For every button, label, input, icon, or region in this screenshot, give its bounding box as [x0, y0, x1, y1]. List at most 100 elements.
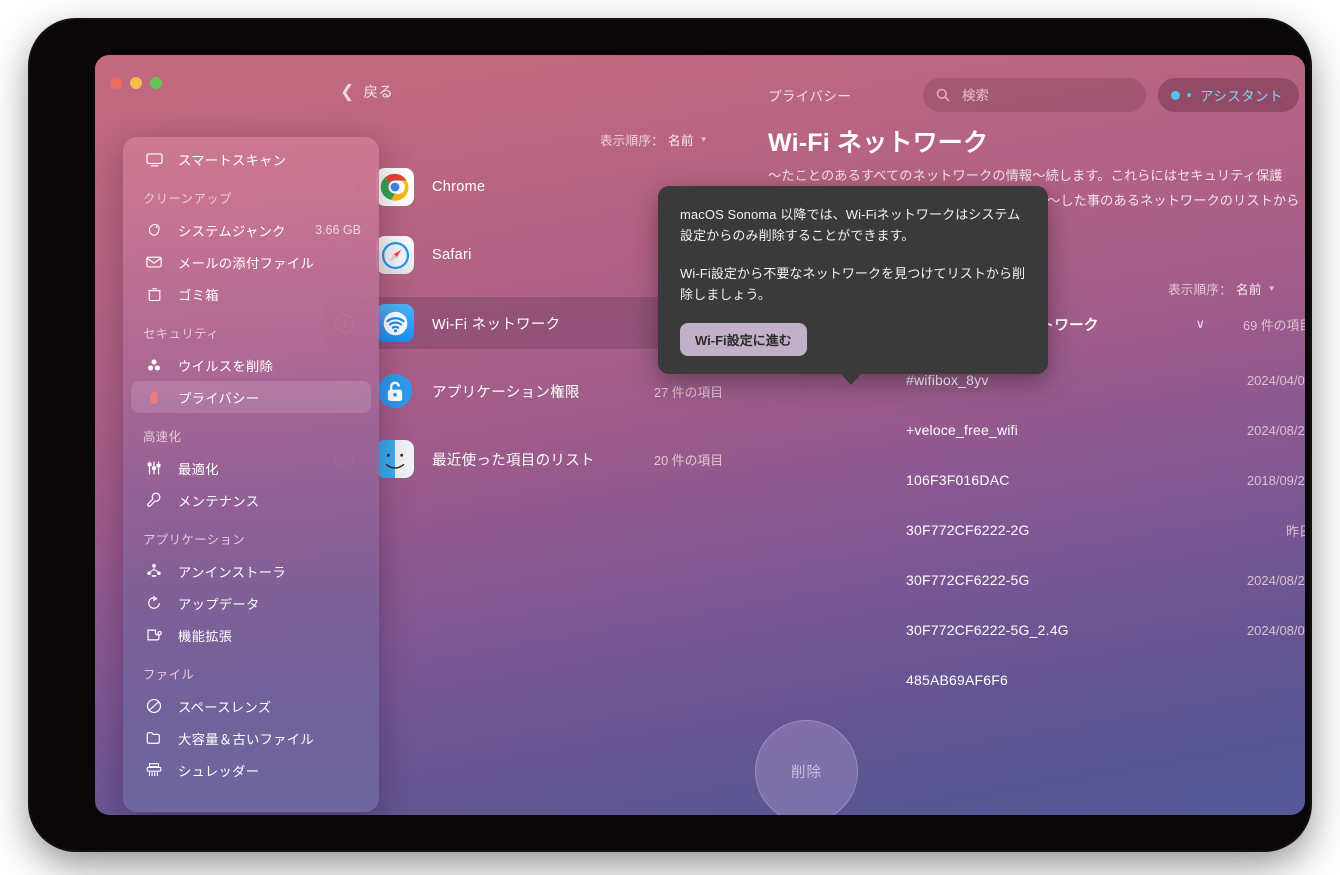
chevron-left-icon: ❮	[340, 82, 355, 101]
virus-icon	[143, 354, 165, 376]
sidebar-item-maintenance[interactable]: メンテナンス	[131, 484, 371, 516]
extensions-icon	[143, 624, 165, 646]
network-name: 485AB69AF6F6	[906, 672, 1009, 688]
mail-attachments-icon	[143, 251, 165, 273]
sidebar: スマートスキャン クリーンアップ システムジャンク 3.66 GB メールの添付…	[123, 137, 379, 812]
list-item-label: 最近使った項目のリスト	[432, 452, 595, 469]
list-item-label: アプリケーション権限	[432, 384, 580, 401]
sidebar-section-applications: アプリケーション	[143, 533, 246, 547]
sidebar-section-files: ファイル	[143, 668, 195, 682]
list-item-count: 27 件の項目	[654, 384, 723, 400]
sidebar-item-remove-virus[interactable]: ウイルスを削除	[131, 349, 371, 381]
shredder-icon	[143, 759, 165, 781]
sidebar-item-label: ウイルスを削除	[178, 358, 274, 374]
chevron-down-icon[interactable]: ∨	[1196, 316, 1206, 332]
sidebar-item-shredder[interactable]: シュレッダー	[131, 754, 371, 786]
sidebar-item-label: システムジャンク	[178, 223, 286, 239]
sidebar-item-optimization[interactable]: 最適化	[131, 452, 371, 484]
assistant-button[interactable]: アシスタント	[1158, 78, 1299, 112]
network-date: 2024/04/05	[1246, 372, 1305, 388]
sidebar-item-label: 機能拡張	[178, 628, 233, 644]
table-row[interactable]: 485AB69AF6F6	[767, 655, 1305, 705]
list-item[interactable]: 最近使った項目のリスト 20 件の項目	[323, 433, 735, 485]
sidebar-item-extensions[interactable]: 機能拡張	[131, 619, 371, 651]
network-name: +veloce_free_wifi	[906, 422, 1018, 438]
app-permissions-icon	[376, 372, 414, 410]
sidebar-item-label: 最適化	[178, 461, 219, 477]
network-date: 2024/08/02	[1246, 622, 1305, 638]
middle-sort-label: 表示順序：	[600, 134, 665, 148]
optimization-sliders-icon	[143, 457, 165, 479]
sidebar-item-label: スマートスキャン	[178, 152, 287, 168]
sidebar-item-privacy[interactable]: プライバシー	[131, 381, 371, 413]
assistant-dot-small-icon	[1187, 93, 1191, 97]
sidebar-section-cleanup: クリーンアップ	[143, 192, 232, 206]
table-row[interactable]: 30F772CF6222-2G 昨日	[767, 505, 1305, 555]
list-item-count: 20 件の項目	[654, 452, 723, 468]
sidebar-item-uninstaller[interactable]: アンインストーラ	[131, 555, 371, 587]
privacy-hand-icon	[143, 386, 165, 408]
sidebar-item-label: ゴミ箱	[178, 287, 219, 303]
sidebar-item-label: スペースレンズ	[178, 699, 272, 715]
trash-icon	[143, 283, 165, 305]
middle-sort-control[interactable]: 表示順序： 名前 ▼	[600, 130, 708, 149]
middle-sort-value: 名前	[668, 134, 694, 148]
chevron-down-icon: ▼	[699, 135, 708, 144]
sidebar-item-label: メールの添付ファイル	[178, 255, 314, 271]
network-name: 30F772CF6222-5G_2.4G	[906, 622, 1069, 638]
system-junk-icon	[143, 219, 165, 241]
tooltip-paragraph-1: macOS Sonoma 以降では、Wi-Fiネットワークはシステム設定からのみ…	[680, 207, 1021, 243]
network-date: 2018/09/21	[1246, 472, 1305, 488]
tooltip-paragraph-2: Wi-Fi設定から不要なネットワークを見つけてリストから削除しましょう。	[680, 266, 1026, 302]
table-row[interactable]: +veloce_free_wifi 2024/08/24	[767, 405, 1305, 455]
back-button-label: 戻る	[363, 85, 394, 101]
sidebar-item-large-old-files[interactable]: 大容量＆古いファイル	[131, 722, 371, 754]
search-field[interactable]	[923, 78, 1146, 112]
network-date: 2024/08/24	[1246, 422, 1305, 438]
table-row[interactable]: 106F3F016DAC 2018/09/21	[767, 455, 1305, 505]
sidebar-item-trash[interactable]: ゴミ箱	[131, 278, 371, 310]
detail-sort-label: 表示順序：	[1168, 283, 1233, 297]
network-date: 昨日	[1285, 523, 1305, 539]
search-icon	[936, 88, 950, 102]
page-title: Wi-Fi ネットワーク	[768, 129, 989, 157]
wifi-icon	[376, 304, 414, 342]
sidebar-item-label: アンインストーラ	[178, 564, 286, 580]
open-wifi-settings-button[interactable]: Wi-Fi設定に進む	[680, 323, 807, 356]
toolbar: ❮ 戻る プライバシー アシスタント	[95, 55, 1305, 137]
maintenance-wrench-icon	[143, 489, 165, 511]
breadcrumb: プライバシー	[768, 89, 852, 104]
updater-icon	[143, 592, 165, 614]
sidebar-item-updater[interactable]: アップデータ	[131, 587, 371, 619]
uninstaller-icon	[143, 560, 165, 582]
sidebar-section-speed: 高速化	[143, 430, 182, 444]
sidebar-item-label: プライバシー	[178, 390, 260, 406]
smart-scan-icon	[143, 148, 165, 170]
space-lens-icon	[143, 695, 165, 717]
search-input[interactable]	[962, 87, 1133, 103]
sidebar-item-label: アップデータ	[178, 596, 260, 612]
chevron-down-icon: ▼	[1267, 284, 1276, 293]
network-name: 30F772CF6222-2G	[906, 522, 1030, 538]
laptop-device-frame: ❮ 戻る プライバシー アシスタント Wi-Fi ネットワーク 〜たことのあるす…	[30, 20, 1310, 850]
network-name: 106F3F016DAC	[906, 472, 1010, 488]
table-row[interactable]: 30F772CF6222-5G_2.4G 2024/08/02	[767, 605, 1305, 655]
sidebar-item-mail-attachments[interactable]: メールの添付ファイル	[131, 246, 371, 278]
sidebar-item-label: シュレッダー	[178, 763, 260, 779]
back-button[interactable]: ❮ 戻る	[340, 81, 393, 102]
safari-icon	[376, 236, 414, 274]
sidebar-item-system-junk[interactable]: システムジャンク 3.66 GB	[131, 214, 371, 246]
sidebar-item-label: メンテナンス	[178, 493, 260, 509]
delete-button[interactable]: 削除	[755, 720, 858, 815]
sidebar-item-space-lens[interactable]: スペースレンズ	[131, 690, 371, 722]
table-row[interactable]: 30F772CF6222-5G 2024/08/24	[767, 555, 1305, 605]
tooltip-arrow	[840, 373, 862, 385]
sidebar-section-security: セキュリティ	[143, 327, 220, 341]
detail-sort-value: 名前	[1236, 283, 1262, 297]
sidebar-item-smart-scan[interactable]: スマートスキャン	[131, 143, 371, 175]
app-window: ❮ 戻る プライバシー アシスタント Wi-Fi ネットワーク 〜たことのあるす…	[95, 55, 1305, 815]
sidebar-item-value: 3.66 GB	[315, 223, 361, 237]
detail-sort-control[interactable]: 表示順序： 名前 ▼	[1168, 279, 1276, 298]
finder-icon	[376, 440, 414, 478]
assistant-dot-large-icon	[1171, 90, 1180, 100]
